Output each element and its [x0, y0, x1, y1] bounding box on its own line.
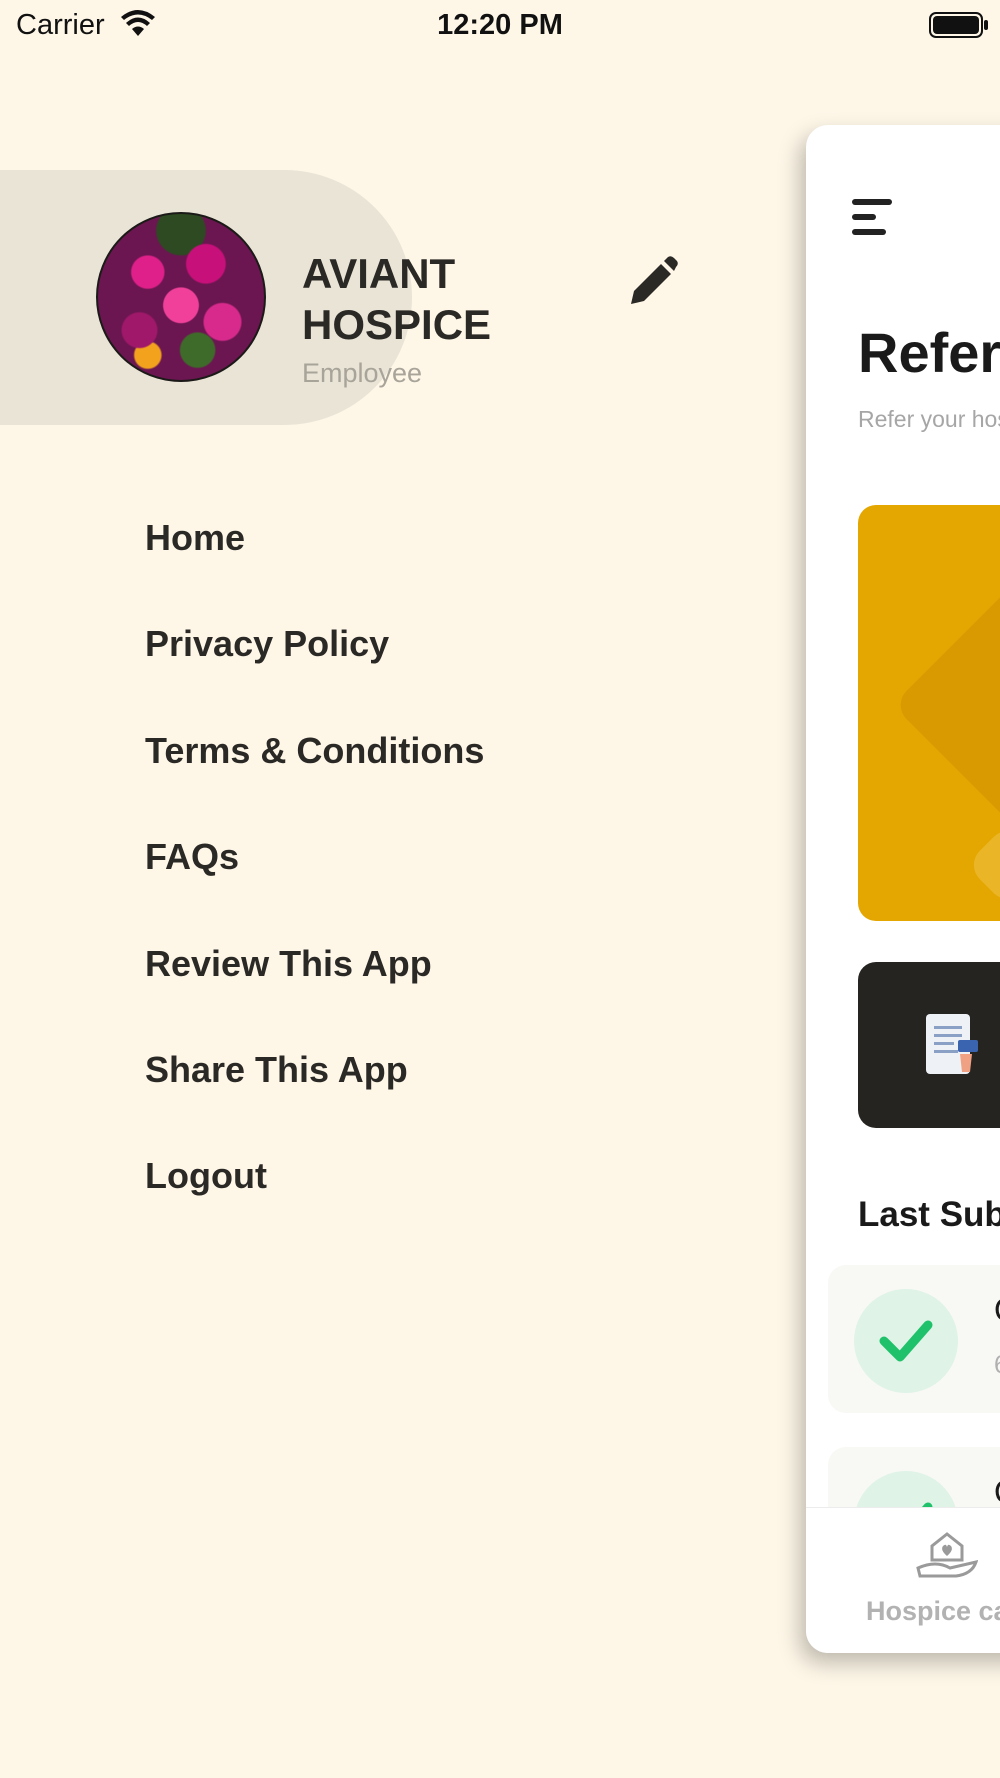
drawer-menu: Home Privacy Policy Terms & Conditions F… [145, 510, 484, 1255]
menu-item-terms-conditions[interactable]: Terms & Conditions [145, 723, 484, 829]
main-screen-preview[interactable]: Refer Refer your hos submitting a f Last… [806, 125, 1000, 1653]
hospice-care-icon[interactable] [916, 1530, 979, 1585]
menu-item-logout[interactable]: Logout [145, 1148, 484, 1254]
document-icon [922, 1012, 982, 1083]
avatar [96, 212, 266, 382]
menu-item-share-app[interactable]: Share This App [145, 1042, 484, 1148]
menu-item-review-app[interactable]: Review This App [145, 936, 484, 1042]
submission-title: Or [994, 1291, 1000, 1329]
submission-meta: 64 [994, 1351, 1000, 1380]
menu-item-faqs[interactable]: FAQs [145, 829, 484, 935]
pencil-icon[interactable] [625, 254, 679, 313]
banner-shape [965, 822, 1000, 908]
status-bar: Carrier 12:20 PM [0, 0, 1000, 50]
page-subtitle: Refer your hos submitting a f [858, 406, 1000, 432]
menu-item-home[interactable]: Home [145, 510, 484, 616]
last-submissions-title: Last Sub [858, 1195, 1000, 1234]
profile-name: AVIANT HOSPICE [302, 250, 492, 348]
promo-banner[interactable] [858, 505, 1000, 921]
page-title: Refer [858, 321, 1000, 384]
submission-row[interactable]: Or 64 [828, 1265, 1000, 1413]
nav-label-hospice[interactable]: Hospice ca [866, 1596, 1000, 1627]
banner-shape [892, 549, 1000, 861]
check-icon [854, 1289, 958, 1393]
battery-icon [929, 12, 989, 43]
bottom-nav: Hospice ca [806, 1507, 1000, 1653]
hamburger-menu-icon[interactable] [850, 195, 894, 244]
refer-action-card[interactable] [858, 962, 1000, 1128]
menu-item-privacy-policy[interactable]: Privacy Policy [145, 616, 484, 722]
submission-title: Or [994, 1473, 1000, 1511]
profile-role: Employee [302, 358, 423, 388]
clock: 12:20 PM [437, 9, 563, 41]
